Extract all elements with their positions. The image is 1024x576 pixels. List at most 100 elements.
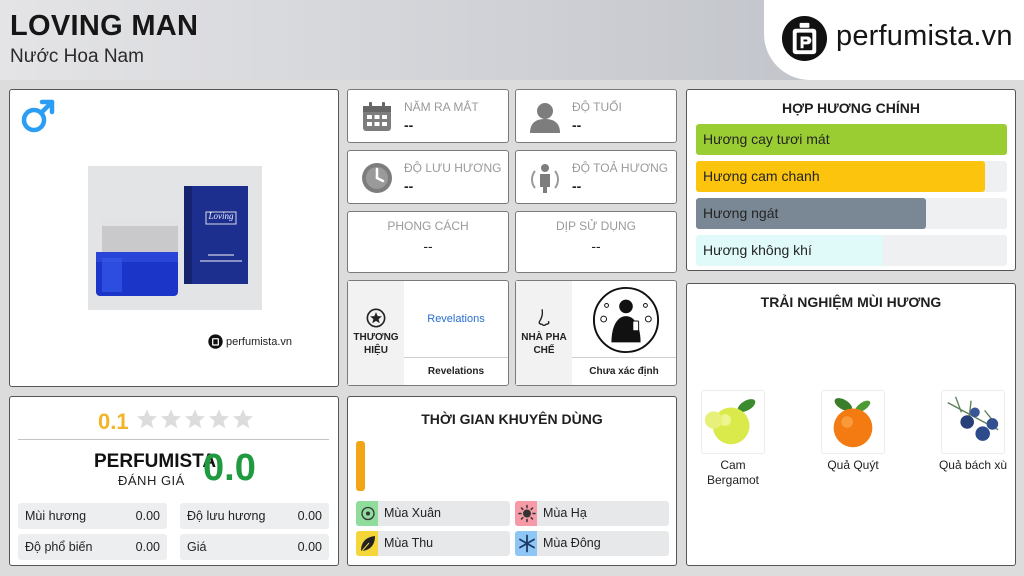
mandarin-icon [821,390,885,454]
star-badge-icon [366,308,386,328]
note-bergamot[interactable]: Cam Bergamot [698,390,768,488]
product-image: Loving [88,166,262,310]
launch-year-label: NĂM RA MẮT [404,100,479,114]
brand-label-area: THƯƠNG HIỆU [348,281,404,385]
perfume-bottle-watermark-icon [208,334,223,349]
star-icon[interactable] [160,408,182,430]
season-label: Mùa Xuân [384,506,441,520]
longevity-label: ĐỘ LƯU HƯƠNG [404,161,502,175]
accord-bar: Hương không khí [696,235,1007,266]
leaf-icon [360,536,375,553]
perfumista-sublabel: ĐÁNH GIÁ [118,473,185,488]
metric-value: 0.00 [135,540,160,554]
snowflake-icon [519,534,535,553]
style-card: PHONG CÁCH -- [347,211,509,273]
sillage-label: ĐỘ TOẢ HƯƠNG [572,161,669,175]
age-value: -- [572,117,582,133]
sillage-card: ĐỘ TOẢ HƯƠNG -- [515,150,677,204]
season-label: Mùa Hạ [543,506,587,520]
season-spring: Mùa Xuân [356,501,510,526]
longevity-card: ĐỘ LƯU HƯƠNG -- [347,150,509,204]
page-subtitle: Nước Hoa Nam [10,46,144,67]
note-name: Quả Quýt [827,458,879,472]
metric-label: Giá [187,540,207,554]
logo-text: perfumista.vn [836,20,1013,52]
accord-label: Hương không khí [703,242,812,258]
brand-name: Revelations [404,357,508,385]
sun-icon [518,504,536,523]
brand-label: THƯƠNG HIỆU [353,332,399,356]
season-winter: Mùa Đông [515,531,669,556]
recommended-time-title: THỜI GIAN KHUYÊN DÙNG [421,411,603,427]
occasion-card: DỊP SỬ DỤNG -- [515,211,677,273]
perfumer-card: NHÀ PHA CHẾ Chưa xác định [515,280,677,386]
note-juniper[interactable]: Quả bách xù [938,390,1008,473]
rating-divider [18,439,329,440]
season-swatch [356,501,378,526]
season-swatch [515,531,537,556]
nose-icon [538,309,550,327]
season-swatch [356,531,378,556]
user-icon [530,103,560,133]
scent-experience-title: TRẢI NGHIỆM MÙI HƯƠNG [760,294,942,310]
scent-experience-panel: TRẢI NGHIỆM MÙI HƯƠNG Cam Bergamot Quả Q… [686,283,1016,566]
perfumer-avatar-icon [592,286,660,354]
logo[interactable]: perfumista.vn [764,0,1024,80]
star-icon[interactable] [208,408,230,430]
style-value: -- [423,238,433,254]
note-mandarin[interactable]: Quả Quýt [818,390,888,473]
male-symbol-icon [21,99,55,133]
note-name: Quả bách xù [938,458,1008,472]
header: LOVING MAN Nước Hoa Nam perfumista.vn [0,0,1024,80]
metric-label: Độ phổ biến [25,540,93,554]
occasion-value: -- [591,238,601,254]
perfumer-label-area: NHÀ PHA CHẾ [516,281,572,385]
age-card: ĐỘ TUỔI -- [515,89,677,143]
watermark: perfumista.vn [208,334,292,349]
season-summer: Mùa Hạ [515,501,669,526]
star-icon[interactable] [184,408,206,430]
note-name: Cam Bergamot [706,458,760,487]
metric-price: Giá 0.00 [180,534,329,560]
age-label: ĐỘ TUỔI [572,100,622,114]
season-swatch [515,501,537,526]
star-icon[interactable] [232,408,254,430]
metric-label: Mùi hương [25,509,87,523]
perfumer-label: NHÀ PHA CHẾ [521,332,567,356]
star-rating[interactable] [136,408,254,430]
page-title: LOVING MAN [10,10,199,42]
perfumista-score: 0.0 [203,447,256,489]
daytime-bar [356,441,365,491]
star-icon[interactable] [136,408,158,430]
main-accords-panel: HỢP HƯƠNG CHÍNH Hương cay tươi mát Hương … [686,89,1016,271]
accord-bar: Hương ngát [696,198,1007,229]
bergamot-icon [701,390,765,454]
style-label: PHONG CÁCH [387,219,469,233]
metric-longevity: Độ lưu hương 0.00 [180,503,329,529]
perfumer-name: Chưa xác định [572,357,676,385]
perfume-bottle-logo-icon [781,15,828,62]
longevity-value: -- [404,178,414,194]
metric-popularity: Độ phổ biến 0.00 [18,534,167,560]
season-label: Mùa Đông [543,536,601,550]
brand-card: THƯƠNG HIỆU Revelations Revelations [347,280,509,386]
perfumista-label: PERFUMISTA [94,451,217,472]
brand-link[interactable]: Revelations [404,313,508,325]
accord-label: Hương cay tươi mát [703,131,830,147]
main-accords-title: HỢP HƯƠNG CHÍNH [782,100,920,116]
metric-value: 0.00 [297,540,322,554]
clock-icon [362,163,392,193]
metric-value: 0.00 [135,509,160,523]
recommended-time-panel: THỜI GIAN KHUYÊN DÙNG Mùa Xuân Mùa Hạ Mù… [347,396,677,566]
metric-label: Độ lưu hương [187,509,266,523]
user-rating-score: 0.1 [98,409,129,434]
accord-label: Hương cam chanh [703,168,820,184]
metric-scent: Mùi hương 0.00 [18,503,167,529]
watermark-text: perfumista.vn [226,335,293,348]
calendar-icon [363,102,391,131]
launch-year-card: NĂM RA MẮT -- [347,89,509,143]
accord-label: Hương ngát [703,205,779,221]
product-box-label: Loving [208,211,234,221]
metric-value: 0.00 [297,509,322,523]
rating-panel: 0.1 PERFUMISTA ĐÁNH GIÁ 0.0 Mùi hương 0.… [9,396,339,566]
